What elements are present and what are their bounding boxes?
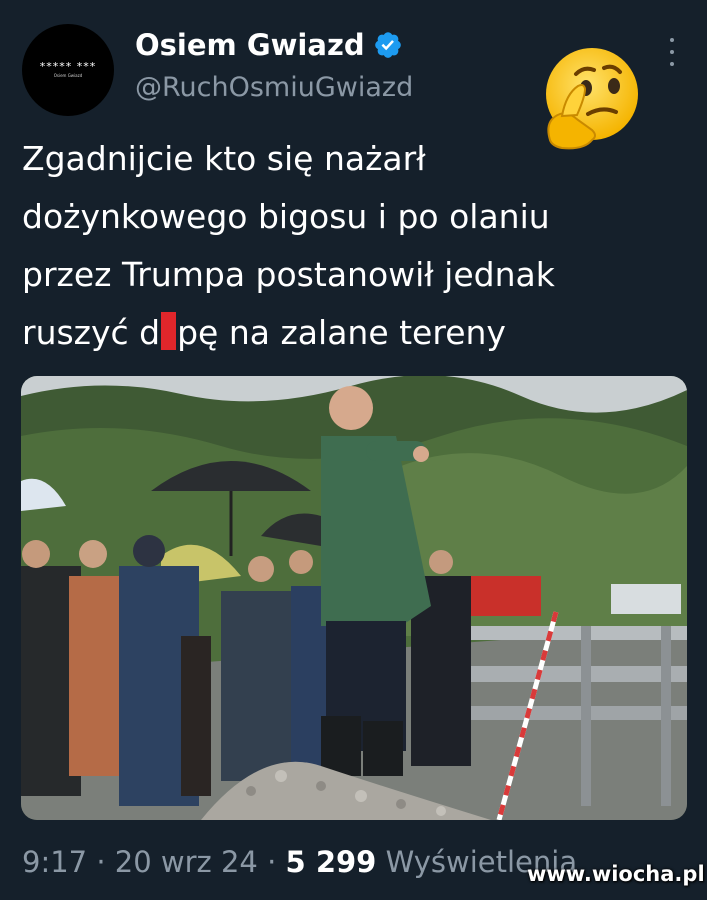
tweet-time[interactable]: 9:17: [22, 845, 87, 879]
tweet-photo[interactable]: [21, 376, 687, 820]
author-handle[interactable]: @RuchOsmiuGwiazd: [135, 72, 413, 103]
meta-separator: ·: [257, 845, 286, 879]
tweet-date[interactable]: 20 wrz 24: [115, 845, 258, 879]
meta-separator: ·: [87, 845, 115, 879]
verified-badge-icon: [374, 32, 401, 58]
display-name[interactable]: Osiem Gwiazd: [135, 28, 365, 62]
tweet-line-2: dożynkowego bigosu i po olaniu: [22, 197, 550, 236]
author-name-row[interactable]: Osiem Gwiazd: [135, 28, 403, 62]
tweet-line-1: Zgadnijcie kto się nażarł: [22, 139, 426, 178]
tweet-text: Zgadnijcie kto się nażarł dożynkowego bi…: [22, 130, 682, 362]
more-options-icon[interactable]: [664, 38, 680, 66]
views-count: 5 299: [285, 845, 377, 879]
site-watermark: www.wiocha.pl: [527, 862, 705, 886]
avatar-brand: Osiem Gwiazd: [53, 73, 83, 78]
censor-bar: [161, 312, 177, 350]
tweet-line-4-start: ruszyć d: [22, 313, 161, 352]
tweet-line-3: przez Trumpa postanowił jednak: [22, 255, 555, 294]
tweet-meta: 9:17 · 20 wrz 24 · 5 299 Wyświetlenia: [22, 845, 577, 879]
avatar-stars: ***** ***: [39, 60, 97, 73]
tweet-line-4-end: pę na zalane tereny: [177, 313, 506, 352]
avatar[interactable]: ***** *** Osiem Gwiazd: [22, 24, 114, 116]
